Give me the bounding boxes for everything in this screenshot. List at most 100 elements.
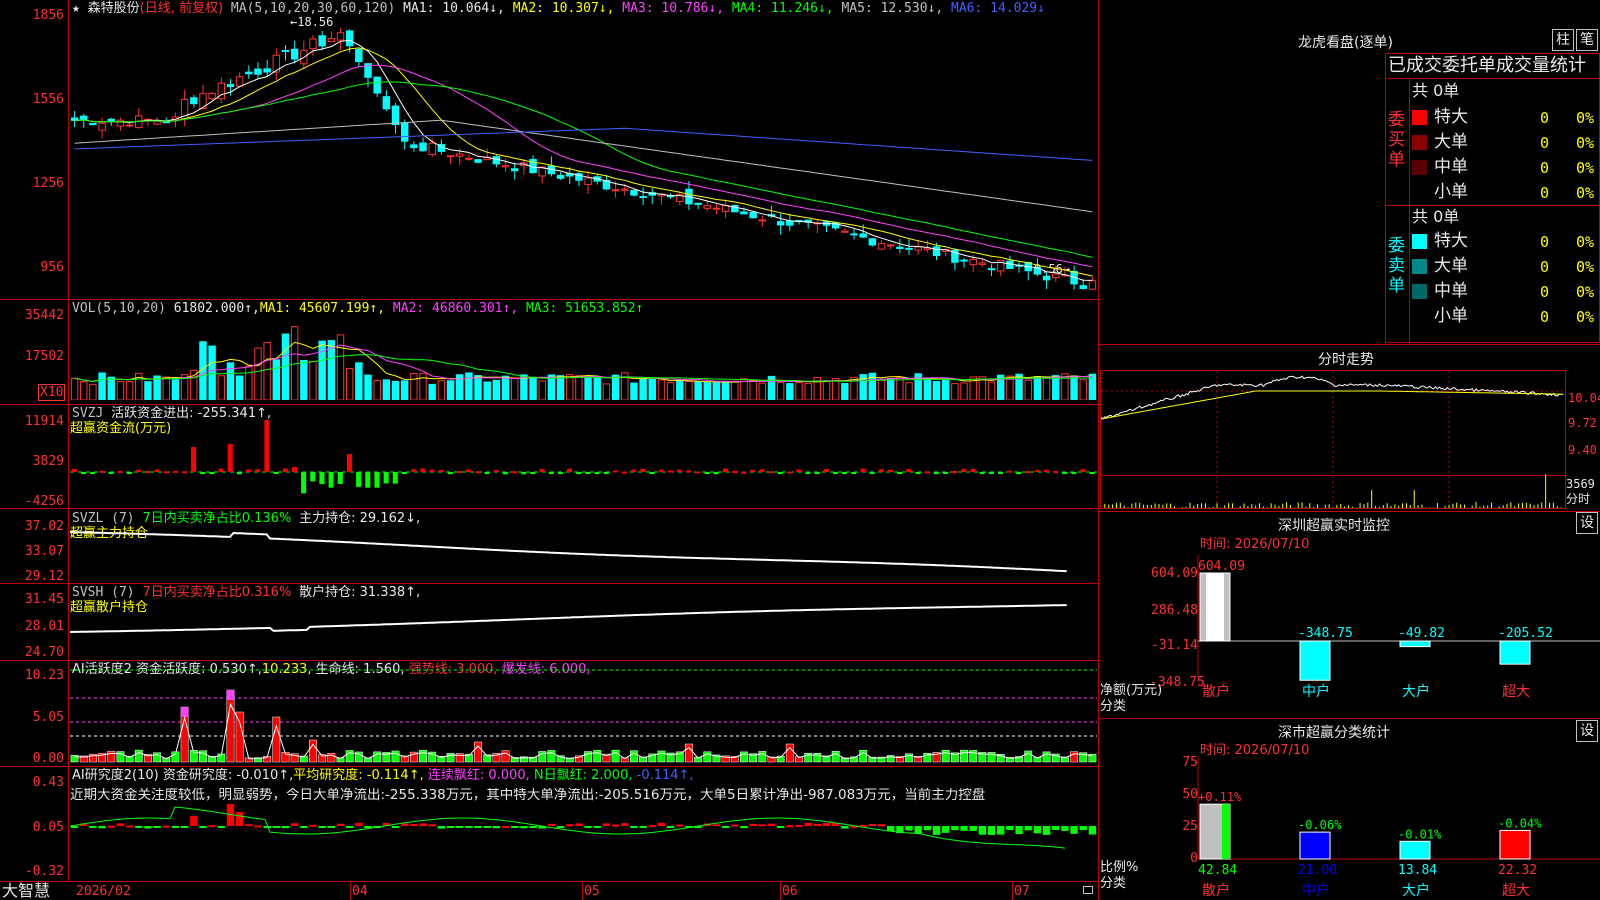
holding-line	[70, 604, 1067, 633]
flow-bar	[328, 472, 334, 488]
candle-body	[1079, 285, 1087, 290]
sell-pct: 0%	[1576, 308, 1595, 326]
retail-holding-chart[interactable]	[70, 596, 1097, 658]
bar-mode-button[interactable]: 柱	[1552, 29, 1574, 51]
candle-body	[336, 32, 345, 41]
research-bar	[162, 825, 170, 828]
research-bar	[776, 826, 785, 828]
flow-bar	[301, 472, 307, 494]
research-bar	[492, 826, 501, 829]
research-bar	[868, 823, 877, 826]
flow-bar	[154, 469, 160, 472]
research-bar	[1024, 826, 1032, 831]
flow-bar	[741, 471, 747, 474]
research-bar	[914, 826, 922, 834]
flow-bar	[787, 471, 793, 474]
volume-bar	[162, 376, 170, 400]
svzj-ytick: 11914	[24, 414, 64, 429]
sz-monitor-settings-button[interactable]: 设	[1576, 512, 1598, 534]
brand-logo: 大智慧	[2, 881, 51, 900]
volume-bar	[153, 375, 161, 400]
research-bar	[263, 826, 271, 828]
research-bar	[401, 823, 409, 826]
buy-pct: 0%	[1576, 159, 1595, 177]
stock-name: 森特股份	[87, 1, 140, 16]
flow-bar	[117, 470, 123, 473]
research-bar	[98, 826, 106, 829]
volume-bar	[107, 376, 115, 400]
candle-body	[556, 174, 565, 179]
fund-flow-chart[interactable]	[70, 420, 1097, 505]
sz-class-time: 时间: 2026/07/10	[1200, 743, 1310, 758]
ma5-value: MA5: 12.530↓,	[841, 1, 944, 16]
research-bar	[391, 826, 400, 828]
candle-body	[639, 196, 647, 199]
volume-bar	[721, 381, 730, 400]
volume-bar	[593, 376, 601, 400]
ma-line	[74, 119, 1093, 213]
research-bar	[465, 826, 473, 828]
flow-bar	[952, 470, 958, 473]
flow-bar	[337, 472, 343, 484]
class-bar	[1399, 840, 1431, 860]
flow-bar	[979, 472, 985, 474]
ai-research-chart[interactable]	[70, 800, 1097, 880]
activity-bar	[345, 750, 354, 763]
monitor-bar-value: 604.09	[1198, 559, 1245, 574]
candlestick-chart[interactable]	[70, 20, 1097, 295]
sz-class-chart[interactable]: +0.11% 42.84 散户 -0.06% 21.00 中户 -0.01% 13.84 大户 -…	[1100, 757, 1600, 900]
sz-monitor-title: 深圳超赢实时监控	[1278, 518, 1390, 534]
sell-orders-label: 委卖单	[1388, 236, 1405, 296]
intraday-chart[interactable]	[1101, 371, 1565, 508]
candle-body	[923, 247, 932, 251]
svzl-ytick: 37.02	[24, 519, 64, 534]
flow-bar	[456, 471, 463, 474]
activity-bar	[859, 749, 868, 763]
ai-research-label: AI研究度2(10)	[72, 768, 159, 783]
candle-body	[1052, 273, 1060, 279]
research-bar	[254, 825, 262, 828]
lock-icon[interactable]	[1083, 886, 1093, 894]
volume-bar	[373, 379, 381, 400]
flow-bar	[970, 469, 976, 472]
flow-bar	[1043, 469, 1049, 472]
candle-body	[125, 124, 134, 127]
sz-class-settings-button[interactable]: 设	[1576, 720, 1598, 742]
activity-bar	[1070, 751, 1078, 763]
research-bar	[676, 824, 684, 827]
volume-bar	[639, 378, 647, 400]
candle-body	[254, 68, 262, 75]
monitor-bar	[1399, 640, 1431, 648]
research-bar	[153, 826, 161, 828]
activity-bar	[630, 750, 638, 763]
volume-bar	[327, 340, 336, 400]
sell-swatch	[1412, 309, 1427, 324]
tick-mode-button[interactable]: 笔	[1576, 29, 1598, 51]
monitor-category-label: 中户	[1302, 683, 1330, 700]
volume-chart[interactable]	[70, 318, 1097, 400]
flow-bar	[90, 472, 96, 474]
ai-active-chart[interactable]	[70, 668, 1097, 764]
candle-body	[400, 122, 409, 142]
class-value-label: 13.84	[1398, 863, 1437, 878]
candle-body	[190, 97, 198, 105]
research-bar	[978, 826, 987, 835]
candle-body	[226, 84, 235, 87]
research-bar	[795, 825, 803, 828]
price-ytick: 956	[40, 260, 64, 275]
research-bar	[290, 823, 299, 826]
research-bar	[712, 824, 721, 827]
volume-bar	[263, 342, 271, 400]
flow-bar	[319, 472, 325, 485]
vol-unit-label: X10	[38, 384, 66, 401]
main-holding-chart[interactable]	[70, 520, 1097, 582]
volume-bar	[465, 372, 473, 400]
activity-bar	[831, 750, 840, 763]
volume-bar	[171, 379, 180, 400]
flow-bar	[924, 471, 930, 474]
ma2-value: MA2: 10.307↓,	[512, 1, 615, 16]
sz-monitor-chart[interactable]: 604.09 散户 -348.75 中户 -49.82 大户 -205.52 超大	[1100, 555, 1600, 715]
candle-body	[611, 189, 620, 192]
intraday-ytick: 9.72	[1568, 416, 1597, 430]
sell-swatch	[1412, 259, 1427, 274]
